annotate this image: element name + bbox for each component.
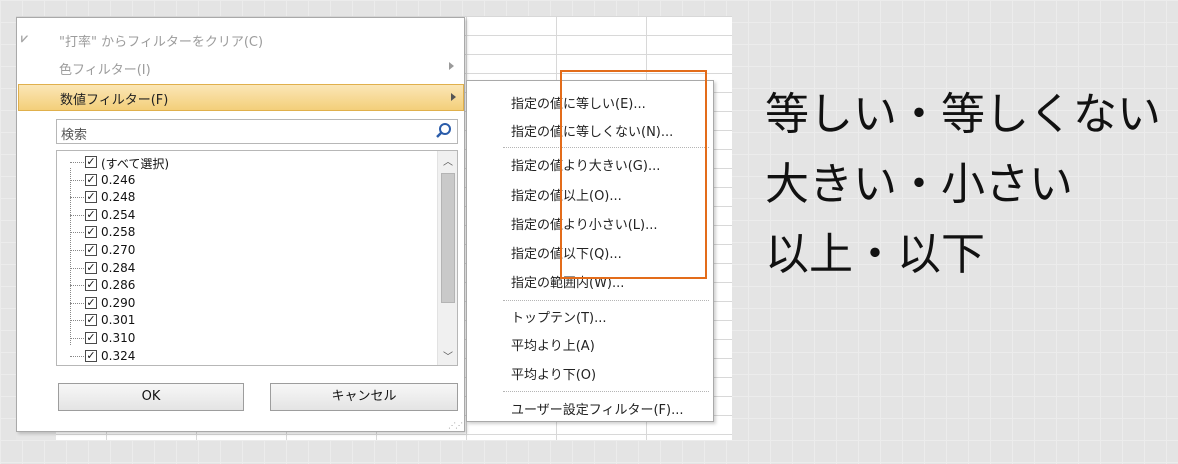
- checkbox-checked[interactable]: ✓: [85, 279, 97, 292]
- list-item[interactable]: ✓ 0.258: [57, 224, 437, 241]
- list-item[interactable]: ✓ 0.284: [57, 260, 437, 277]
- list-item[interactable]: ✓ 0.246: [57, 172, 437, 189]
- list-item-label: 0.270: [101, 243, 136, 257]
- tree-connector: [70, 320, 84, 322]
- submenu-item-custom-filter[interactable]: ユーザー設定フィルター(F)...: [511, 399, 684, 418]
- submenu-item-top-ten[interactable]: トップテン(T)...: [511, 307, 606, 326]
- menu-separator: [503, 300, 709, 301]
- tree-connector: [70, 179, 84, 181]
- checkbox-checked[interactable]: ✓: [85, 349, 97, 362]
- checkbox-checked[interactable]: ✓: [85, 156, 97, 168]
- tree-connector: [70, 232, 84, 234]
- number-filter-menu-item[interactable]: 数値フィルター(F): [18, 84, 464, 111]
- callout-greater-less: 大きい・小さい: [765, 159, 1073, 210]
- callout-ge-le: 以上・以下: [765, 229, 985, 280]
- clear-filter-menu-item[interactable]: ⩗ "打率" からフィルターをクリア(C): [17, 26, 464, 52]
- tree-connector: [70, 162, 84, 163]
- list-item-label: 0.310: [101, 331, 136, 345]
- value-checklist[interactable]: ✓ (すべて選択) ✓ 0.246 ✓ 0.248 ✓ 0.254 ✓ 0.258 ✓ 0.270 ✓ 0…: [56, 150, 458, 366]
- list-item-label: 0.301: [101, 313, 136, 328]
- checkbox-checked[interactable]: ✓: [85, 314, 97, 327]
- list-item-label: 0.324: [101, 348, 136, 363]
- submenu-item-below-average[interactable]: 平均より下(O): [511, 364, 596, 383]
- list-item[interactable]: ✓ 0.324: [57, 348, 437, 365]
- search-input[interactable]: 検索: [56, 119, 458, 144]
- select-all-item[interactable]: ✓ (すべて選択): [57, 154, 437, 171]
- number-filter-label: 数値フィルター(F): [60, 93, 169, 108]
- callout-equal: 等しい・等しくない: [765, 89, 1161, 140]
- list-item-label: 0.286: [101, 278, 136, 293]
- checkbox-checked[interactable]: ✓: [85, 208, 97, 221]
- list-item[interactable]: ✓ 0.248: [57, 189, 437, 206]
- list-item-label: 0.248: [101, 190, 136, 205]
- list-item[interactable]: ✓ 0.290: [57, 295, 437, 312]
- scroll-down-icon[interactable]: ﹀: [443, 348, 453, 363]
- list-item[interactable]: ✓ 0.310: [57, 330, 437, 347]
- list-item[interactable]: ✓ 0.270: [57, 242, 437, 259]
- tree-connector: [70, 267, 84, 269]
- submenu-arrow-icon: [449, 62, 454, 70]
- list-item-label: 0.290: [101, 295, 136, 310]
- tree-connector: [70, 285, 84, 287]
- scroll-thumb[interactable]: [441, 173, 455, 303]
- tree-connector: [70, 302, 84, 304]
- list-item[interactable]: ✓ 0.286: [57, 277, 437, 294]
- scroll-up-icon[interactable]: ︿: [443, 153, 453, 168]
- list-item[interactable]: ✓ 0.301: [57, 312, 437, 329]
- list-item-label: 0.258: [101, 225, 136, 240]
- checkbox-checked[interactable]: ✓: [85, 244, 97, 256]
- list-item[interactable]: ✓ 0.254: [57, 207, 437, 224]
- menu-separator: [503, 391, 709, 392]
- color-filter-label: 色フィルター(I): [59, 63, 151, 78]
- list-item-label: (すべて選択): [101, 157, 170, 171]
- search-placeholder: 検索: [61, 128, 88, 143]
- ok-button[interactable]: OK: [58, 383, 244, 411]
- autofilter-dropdown: ⩗ "打率" からフィルターをクリア(C) 色フィルター(I) 数値フィルター(…: [16, 17, 465, 432]
- tree-connector: [70, 197, 84, 199]
- list-item-label: 0.284: [101, 260, 136, 275]
- list-scrollbar[interactable]: ︿ ﹀: [437, 151, 457, 365]
- search-icon[interactable]: [435, 122, 453, 140]
- tree-connector: [70, 250, 84, 251]
- cancel-button[interactable]: キャンセル: [270, 383, 458, 411]
- checkbox-checked[interactable]: ✓: [85, 191, 97, 204]
- tree-connector: [70, 214, 84, 216]
- submenu-arrow-icon: [451, 93, 456, 101]
- checkbox-checked[interactable]: ✓: [85, 332, 97, 344]
- resize-grip-icon[interactable]: ⋰⋰: [448, 421, 463, 430]
- checkbox-checked[interactable]: ✓: [85, 226, 97, 239]
- checkbox-checked[interactable]: ✓: [85, 173, 97, 186]
- list-item-label: 0.246: [101, 172, 136, 187]
- submenu-item-above-average[interactable]: 平均より上(A): [511, 335, 595, 354]
- tree-connector: [70, 355, 84, 357]
- highlight-annotation: [560, 70, 707, 279]
- checkbox-checked[interactable]: ✓: [85, 261, 97, 274]
- list-item-label: 0.254: [101, 207, 136, 222]
- tree-connector: [70, 338, 84, 339]
- color-filter-menu-item[interactable]: 色フィルター(I): [17, 54, 464, 80]
- clear-filter-icon: ⩗: [21, 31, 28, 45]
- checkbox-checked[interactable]: ✓: [85, 296, 97, 309]
- clear-filter-label: "打率" からフィルターをクリア(C): [59, 35, 264, 50]
